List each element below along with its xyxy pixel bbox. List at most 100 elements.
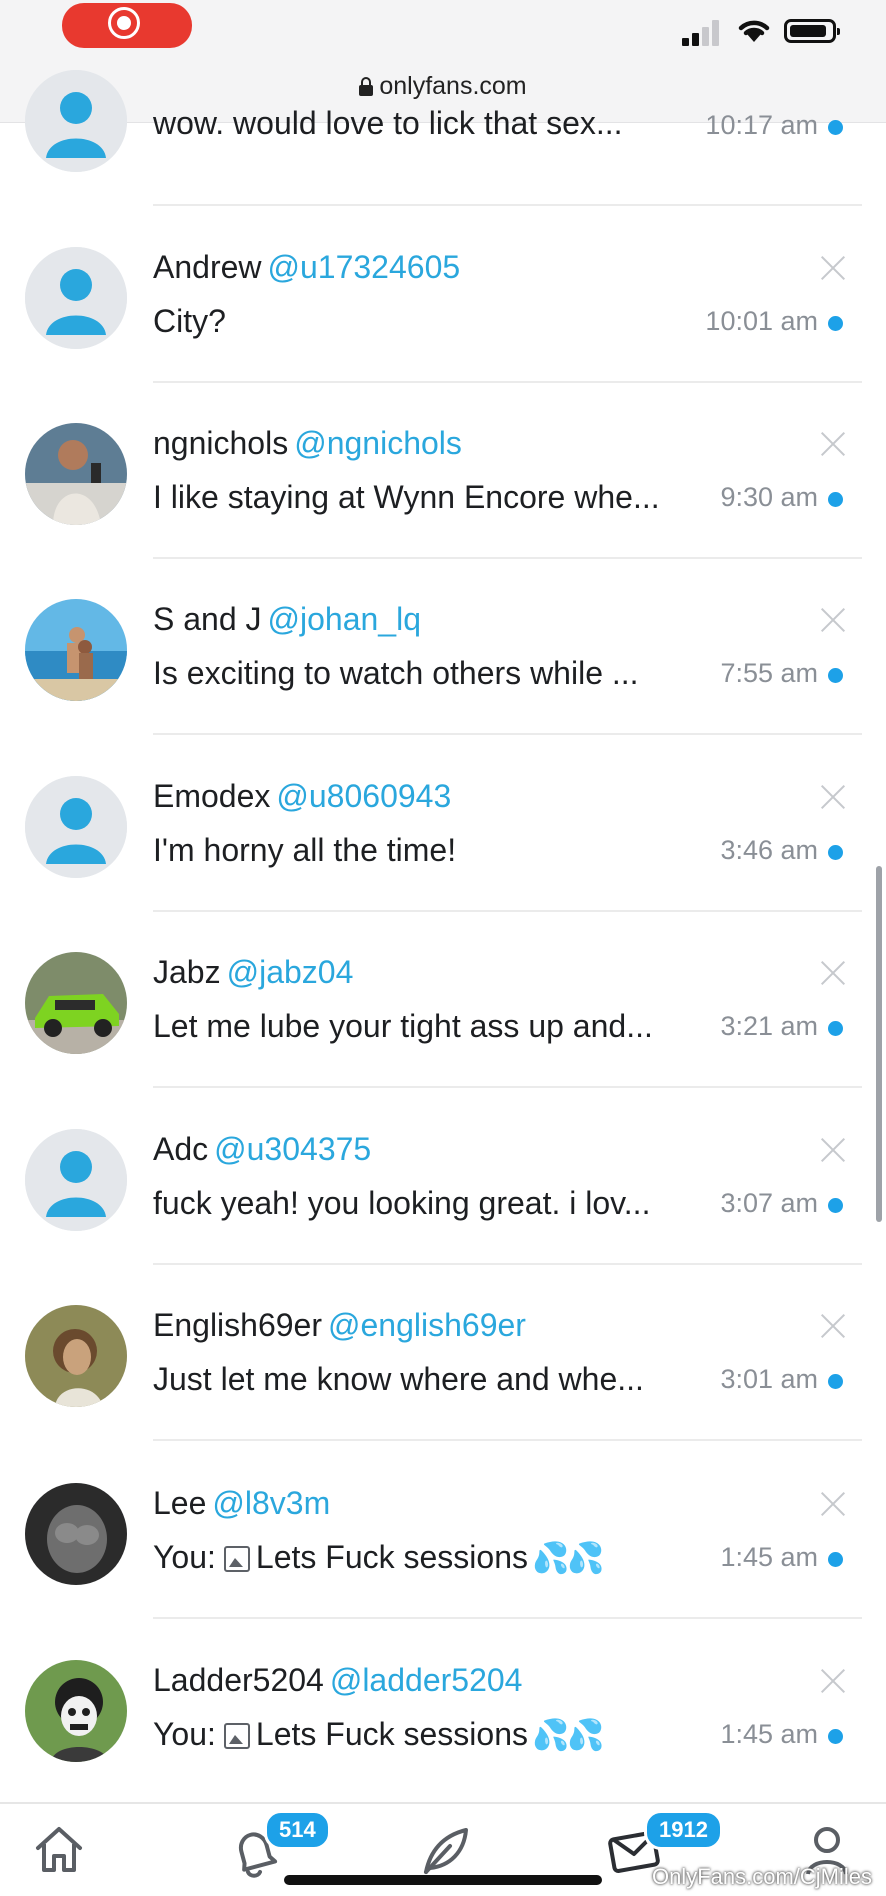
avatar [25, 423, 127, 525]
close-icon[interactable] [820, 784, 846, 810]
conversation-name[interactable]: ngnichols @ngnichols [153, 425, 462, 462]
message-time: 7:55 am [720, 658, 818, 688]
conversation-name[interactable]: Lee @l8v3m [153, 1485, 330, 1522]
watermark: OnlyFans.com/CjMiles [651, 1864, 872, 1889]
conversation-row[interactable]: English69er @english69er Just let me know… [0, 1265, 886, 1441]
avatar [25, 1305, 127, 1407]
message-preview: City? [153, 303, 226, 339]
conversation-name[interactable]: Jabz @jabz04 [153, 954, 353, 991]
display-name: Ladder5204 [153, 1662, 324, 1698]
avatar [25, 776, 127, 878]
username-handle[interactable]: @johan_lq [268, 601, 421, 637]
message-preview: Is exciting to watch others while ... [153, 655, 639, 691]
display-name: Jabz [153, 954, 221, 990]
message-preview: I like staying at Wynn Encore whe... [153, 479, 660, 515]
avatar [25, 1483, 127, 1585]
scrollbar[interactable] [876, 866, 882, 1222]
close-icon[interactable] [820, 1668, 846, 1694]
unread-indicator [828, 845, 843, 860]
message-time: 9:30 am [720, 482, 818, 512]
message-preview: Just let me know where and whe... [153, 1361, 644, 1397]
message-preview: wow. would love to lick that sex... [153, 105, 623, 141]
message-time: 3:07 am [720, 1188, 818, 1218]
username-handle[interactable]: @u17324605 [268, 249, 461, 285]
you-prefix: You: [153, 1539, 216, 1575]
conversation-name[interactable]: English69er @english69er [153, 1307, 526, 1344]
sweat-droplets-emoji: 💦💦 [532, 1542, 605, 1575]
close-icon[interactable] [820, 1313, 846, 1339]
unread-indicator [828, 316, 843, 331]
conversation-row[interactable]: Adc @u304375 fuck yeah! you looking great… [0, 1089, 886, 1265]
message-time: 3:01 am [720, 1364, 818, 1394]
close-icon[interactable] [820, 431, 846, 457]
message-preview: I'm horny all the time! [153, 832, 457, 868]
close-icon[interactable] [820, 255, 846, 281]
preview-text: Lets Fuck sessions [255, 1716, 528, 1752]
unread-indicator [828, 1374, 843, 1389]
conversation-row[interactable]: wow. would love to lick that sex... 10:1… [0, 30, 886, 206]
avatar [25, 599, 127, 701]
conversation-row[interactable]: Emodex @u8060943 I'm horny all the time! … [0, 736, 886, 912]
unread-indicator [828, 1021, 843, 1036]
notifications-badge: 514 [264, 1810, 331, 1850]
unread-indicator [828, 120, 843, 135]
feather-icon [424, 1828, 468, 1874]
conversation-row[interactable]: Lee @l8v3m You: Lets Fuck sessions 💦💦 1:45 … [0, 1443, 886, 1619]
close-icon[interactable] [820, 1491, 846, 1517]
username-handle[interactable]: @u8060943 [276, 778, 451, 814]
unread-indicator [828, 668, 843, 683]
conversation-row[interactable]: Andrew @u17324605 City? 10:01 am [0, 207, 886, 383]
conversation-row[interactable]: Ladder5204 @ladder5204 You: Lets Fuck sess… [0, 1620, 886, 1796]
conversation-name[interactable]: Adc @u304375 [153, 1131, 371, 1168]
sweat-droplets-emoji: 💦💦 [532, 1719, 605, 1752]
message-time: 10:01 am [705, 306, 818, 336]
avatar [25, 1129, 127, 1231]
avatar [25, 952, 127, 1054]
username-handle[interactable]: @ladder5204 [330, 1662, 523, 1698]
message-time: 1:45 am [720, 1542, 818, 1572]
display-name: English69er [153, 1307, 322, 1343]
username-handle[interactable]: @ngnichols [294, 425, 462, 461]
conversation-name[interactable]: S and J @johan_lq [153, 601, 421, 638]
avatar [25, 70, 127, 172]
home-icon [36, 1827, 82, 1872]
conversation-name[interactable]: Andrew @u17324605 [153, 249, 460, 286]
username-handle[interactable]: @jabz04 [227, 954, 354, 990]
messages-badge: 1912 [644, 1810, 723, 1850]
image-icon [223, 1546, 250, 1572]
display-name: Andrew [153, 249, 262, 285]
conversation-row[interactable]: ngnichols @ngnichols I like staying at Wy… [0, 383, 886, 559]
close-icon[interactable] [820, 607, 846, 633]
display-name: ngnichols [153, 425, 289, 461]
username-handle[interactable]: @l8v3m [212, 1485, 330, 1521]
conversation-row[interactable]: S and J @johan_lq Is exciting to watch ot… [0, 559, 886, 735]
conversation-name[interactable]: Ladder5204 @ladder5204 [153, 1662, 522, 1699]
unread-indicator [828, 492, 843, 507]
avatar [25, 247, 127, 349]
message-time: 3:46 am [720, 835, 818, 865]
message-preview: Let me lube your tight ass up and... [153, 1008, 653, 1044]
conversation-name[interactable]: Emodex @u8060943 [153, 778, 451, 815]
nav-home[interactable] [32, 1822, 86, 1881]
username-handle[interactable]: @u304375 [214, 1131, 371, 1167]
you-prefix: You: [153, 1716, 216, 1752]
message-time: 3:21 am [720, 1011, 818, 1041]
message-preview: fuck yeah! you looking great. i lov... [153, 1185, 651, 1221]
message-time: 1:45 am [720, 1719, 818, 1749]
avatar [25, 1660, 127, 1762]
display-name: Adc [153, 1131, 209, 1167]
message-preview: You: Lets Fuck sessions 💦💦 [153, 1716, 693, 1753]
username-handle[interactable]: @english69er [328, 1307, 526, 1343]
unread-indicator [828, 1552, 843, 1567]
close-icon[interactable] [820, 1137, 846, 1163]
close-icon[interactable] [820, 960, 846, 986]
preview-text: Lets Fuck sessions [255, 1539, 528, 1575]
conversation-row[interactable]: Jabz @jabz04 Let me lube your tight ass u… [0, 912, 886, 1088]
display-name: Emodex [153, 778, 271, 814]
home-indicator[interactable] [284, 1875, 602, 1885]
display-name: S and J [153, 601, 262, 637]
image-icon [223, 1723, 250, 1749]
nav-notifications[interactable]: 514 [226, 1810, 331, 1887]
unread-indicator [828, 1729, 843, 1744]
display-name: Lee [153, 1485, 207, 1521]
